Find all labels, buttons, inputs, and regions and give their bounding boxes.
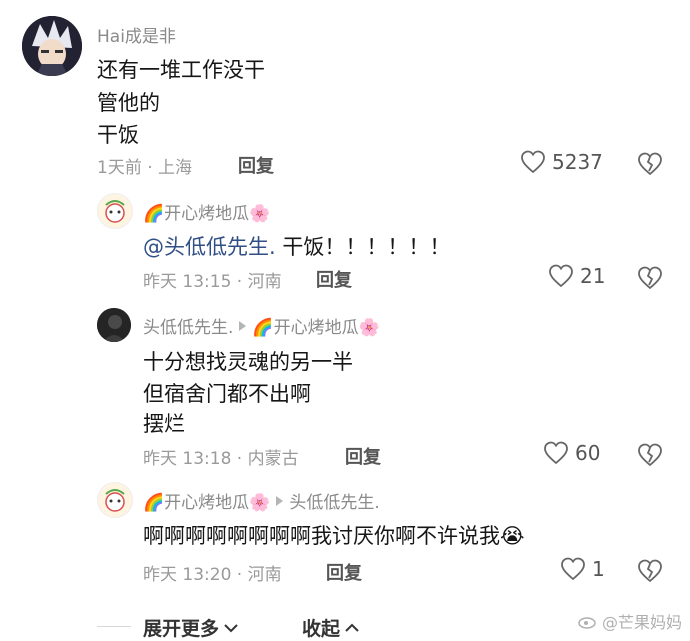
reply-button[interactable]: 回复 [326,559,362,585]
chevron-down-icon [224,623,238,632]
comment-text-line: 管他的 [97,91,160,115]
comment-text: @头低低先生. 干饭！！！！！！ [143,231,450,261]
like-button[interactable]: 5237 [520,150,603,174]
divider [97,626,131,627]
reply-arrow-icon [276,495,284,506]
like-button[interactable]: 60 [543,441,600,465]
comment-time-location: 1天前 · 上海 [97,158,193,178]
comment-text-line: 干饭 [97,123,139,147]
like-count: 21 [580,264,606,288]
like-button[interactable]: 21 [548,264,605,288]
reply-arrow-icon [239,320,247,331]
comment-text-content: 干饭！！！！！！ [275,235,451,259]
reply-button[interactable]: 回复 [316,266,352,292]
avatar[interactable] [97,193,133,229]
reply-to-username[interactable]: 头低低先生. [289,488,379,513]
heart-icon [561,557,585,581]
reply-button[interactable]: 回复 [345,443,381,469]
broken-heart-icon[interactable] [637,152,663,176]
broken-heart-icon[interactable] [637,443,663,467]
comment-time-location: 昨天 13:20 · 河南 [143,565,282,585]
comment-time-location: 昨天 13:15 · 河南 [143,272,282,292]
watermark: @芒果妈妈 [578,609,682,633]
comment-username[interactable]: 🌈开心烤地瓜🌸 [143,199,270,224]
comment-username[interactable]: 🌈开心烤地瓜🌸 [143,488,270,513]
comment-text-line: 还有一堆工作没干 [97,58,265,82]
avatar[interactable] [97,482,133,518]
broken-heart-icon[interactable] [637,559,663,583]
expand-more-button[interactable]: 展开更多 [143,614,239,641]
collapse-label: 收起 [302,618,341,640]
broken-heart-icon[interactable] [637,266,663,290]
comment-text-line: 但宿舍门都不出啊 [143,382,311,406]
collapse-button[interactable]: 收起 [302,614,360,641]
watermark-text: @芒果妈妈 [601,613,682,632]
mention-link[interactable]: @头低低先生. [143,235,276,259]
avatar[interactable] [97,308,131,342]
weibo-logo-icon [578,617,596,629]
like-count: 5237 [552,150,603,174]
comment-username[interactable]: 头低低先生. [143,313,233,338]
comment-username-row: 头低低先生. 🌈开心烤地瓜🌸 [143,313,380,338]
heart-icon [549,264,573,288]
heart-icon [521,150,545,174]
expand-more-label: 展开更多 [143,618,220,640]
heart-icon [544,441,568,465]
like-button[interactable]: 1 [560,557,605,581]
comment-text-line: 摆烂 [143,412,185,436]
like-count: 60 [575,441,601,465]
comment-text: 啊啊啊啊啊啊啊啊我讨厌你啊不许说我😭 [143,524,525,548]
comment-text-line: 十分想找灵魂的另一半 [143,350,353,374]
reply-to-username[interactable]: 🌈开心烤地瓜🌸 [252,313,379,338]
comment-time-location: 昨天 13:18 · 内蒙古 [143,449,299,469]
chevron-up-icon [345,623,359,632]
comment-username[interactable]: Hai成是非 [97,22,176,47]
like-count: 1 [592,557,605,581]
reply-button[interactable]: 回复 [238,152,274,178]
comment-username-row: 🌈开心烤地瓜🌸 头低低先生. [143,488,380,513]
avatar[interactable] [22,16,82,76]
